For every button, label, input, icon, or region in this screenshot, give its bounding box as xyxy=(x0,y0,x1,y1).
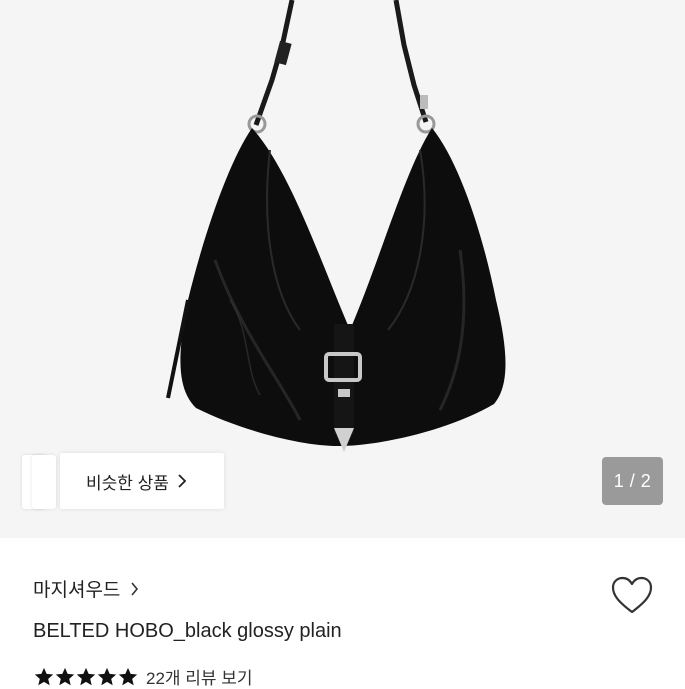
brand-link[interactable]: 마지셔우드 xyxy=(33,575,139,602)
star-icon xyxy=(97,667,117,685)
image-page-counter: 1 / 2 xyxy=(602,457,663,505)
heart-outline-icon[interactable] xyxy=(610,575,654,615)
rating-row[interactable]: 22개 리뷰 보기 xyxy=(33,664,253,689)
star-icon xyxy=(34,667,54,685)
brand-name: 마지셔우드 xyxy=(33,580,121,601)
product-image-gallery[interactable]: 비슷한 상품 1 / 2 xyxy=(0,0,685,538)
star-icon xyxy=(76,667,96,685)
review-link[interactable]: 22개 리뷰 보기 xyxy=(146,664,253,689)
similar-products-label: 비슷한 상품 xyxy=(86,473,169,493)
star-icon xyxy=(55,667,75,685)
chevron-right-icon xyxy=(131,581,139,596)
chevron-right-icon xyxy=(178,474,187,488)
rating-stars xyxy=(33,666,138,688)
product-title: BELTED HOBO_black glossy plain xyxy=(33,620,342,642)
similar-products-button[interactable]: 비슷한 상품 xyxy=(60,453,224,509)
similar-thumbnails xyxy=(22,455,60,509)
star-icon xyxy=(118,667,138,685)
